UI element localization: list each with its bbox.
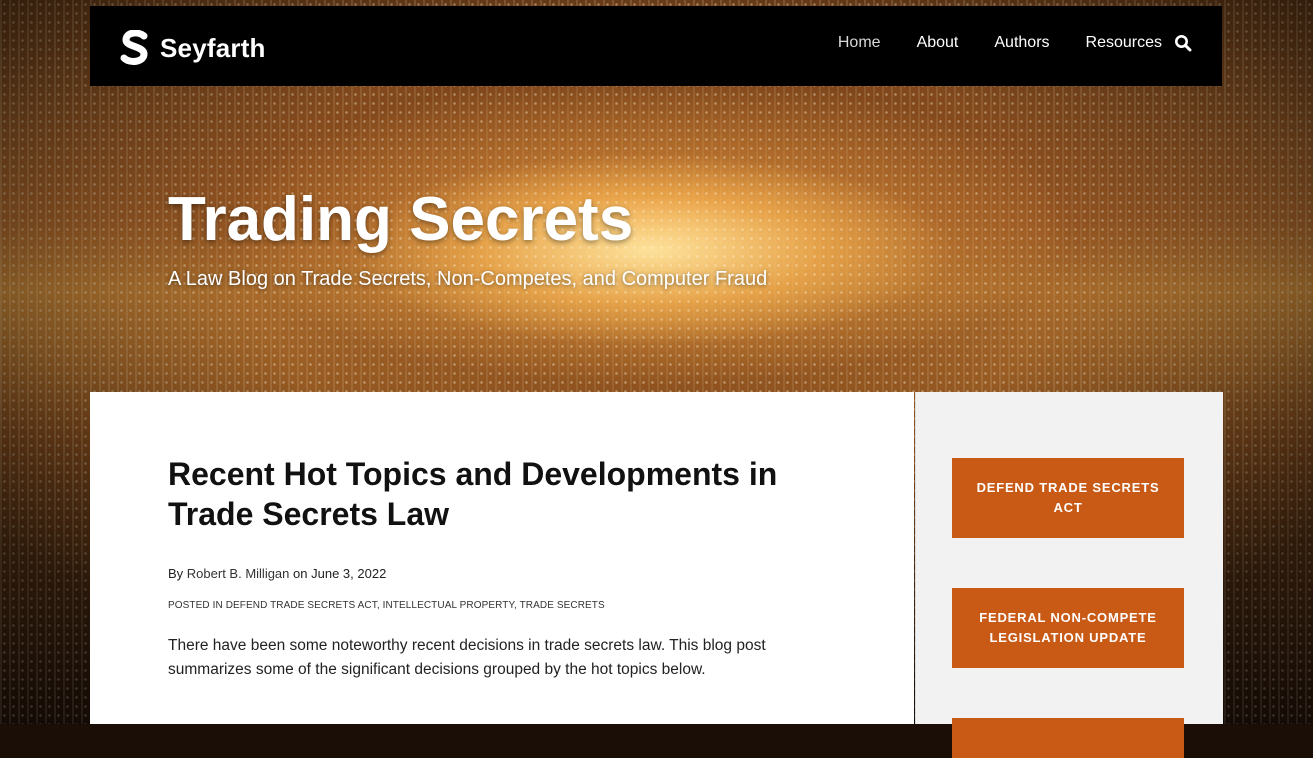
- byline-prefix: By: [168, 566, 184, 581]
- nav-about[interactable]: About: [917, 34, 959, 52]
- sidebar-button-partial[interactable]: [952, 718, 1184, 758]
- post-date: June 3, 2022: [311, 566, 387, 581]
- blog-subtitle: A Law Blog on Trade Secrets, Non-Compete…: [168, 268, 768, 290]
- post-content: Recent Hot Topics and Developments in Tr…: [90, 392, 914, 724]
- seyfarth-s-icon: [118, 30, 152, 65]
- byline-on: on: [293, 566, 308, 581]
- posted-in-label: POSTED IN: [168, 600, 223, 611]
- post-title[interactable]: Recent Hot Topics and Developments in Tr…: [168, 454, 828, 534]
- post-byline: By Robert B. Milligan on June 3, 2022: [168, 566, 386, 581]
- post-body: There have been some noteworthy recent d…: [168, 637, 766, 678]
- federal-non-compete-update-button[interactable]: FEDERAL NON-COMPETE LEGISLATION UPDATE: [952, 588, 1184, 668]
- main-nav: Home About Authors Resources: [802, 34, 1192, 52]
- author-link[interactable]: Robert B. Milligan: [187, 566, 290, 581]
- brand-name: Seyfarth: [160, 32, 266, 63]
- brand-logo[interactable]: Seyfarth: [118, 28, 266, 68]
- search-icon[interactable]: [1174, 34, 1192, 52]
- category-link[interactable]: INTELLECTUAL PROPERTY: [383, 600, 514, 611]
- defend-trade-secrets-act-button[interactable]: DEFEND TRADE SECRETS ACT: [952, 458, 1184, 538]
- post-categories: POSTED IN DEFEND TRADE SECRETS ACT, INTE…: [168, 600, 605, 611]
- nav-home[interactable]: Home: [838, 34, 881, 52]
- category-link[interactable]: TRADE SECRETS: [520, 600, 605, 611]
- top-navbar: Seyfarth Home About Authors Resources: [90, 6, 1222, 86]
- blog-title: Trading Secrets: [168, 185, 634, 254]
- sidebar: DEFEND TRADE SECRETS ACT FEDERAL NON-COM…: [915, 392, 1223, 758]
- nav-authors[interactable]: Authors: [994, 34, 1049, 52]
- category-link[interactable]: DEFEND TRADE SECRETS ACT: [226, 600, 377, 611]
- nav-resources[interactable]: Resources: [1086, 34, 1162, 52]
